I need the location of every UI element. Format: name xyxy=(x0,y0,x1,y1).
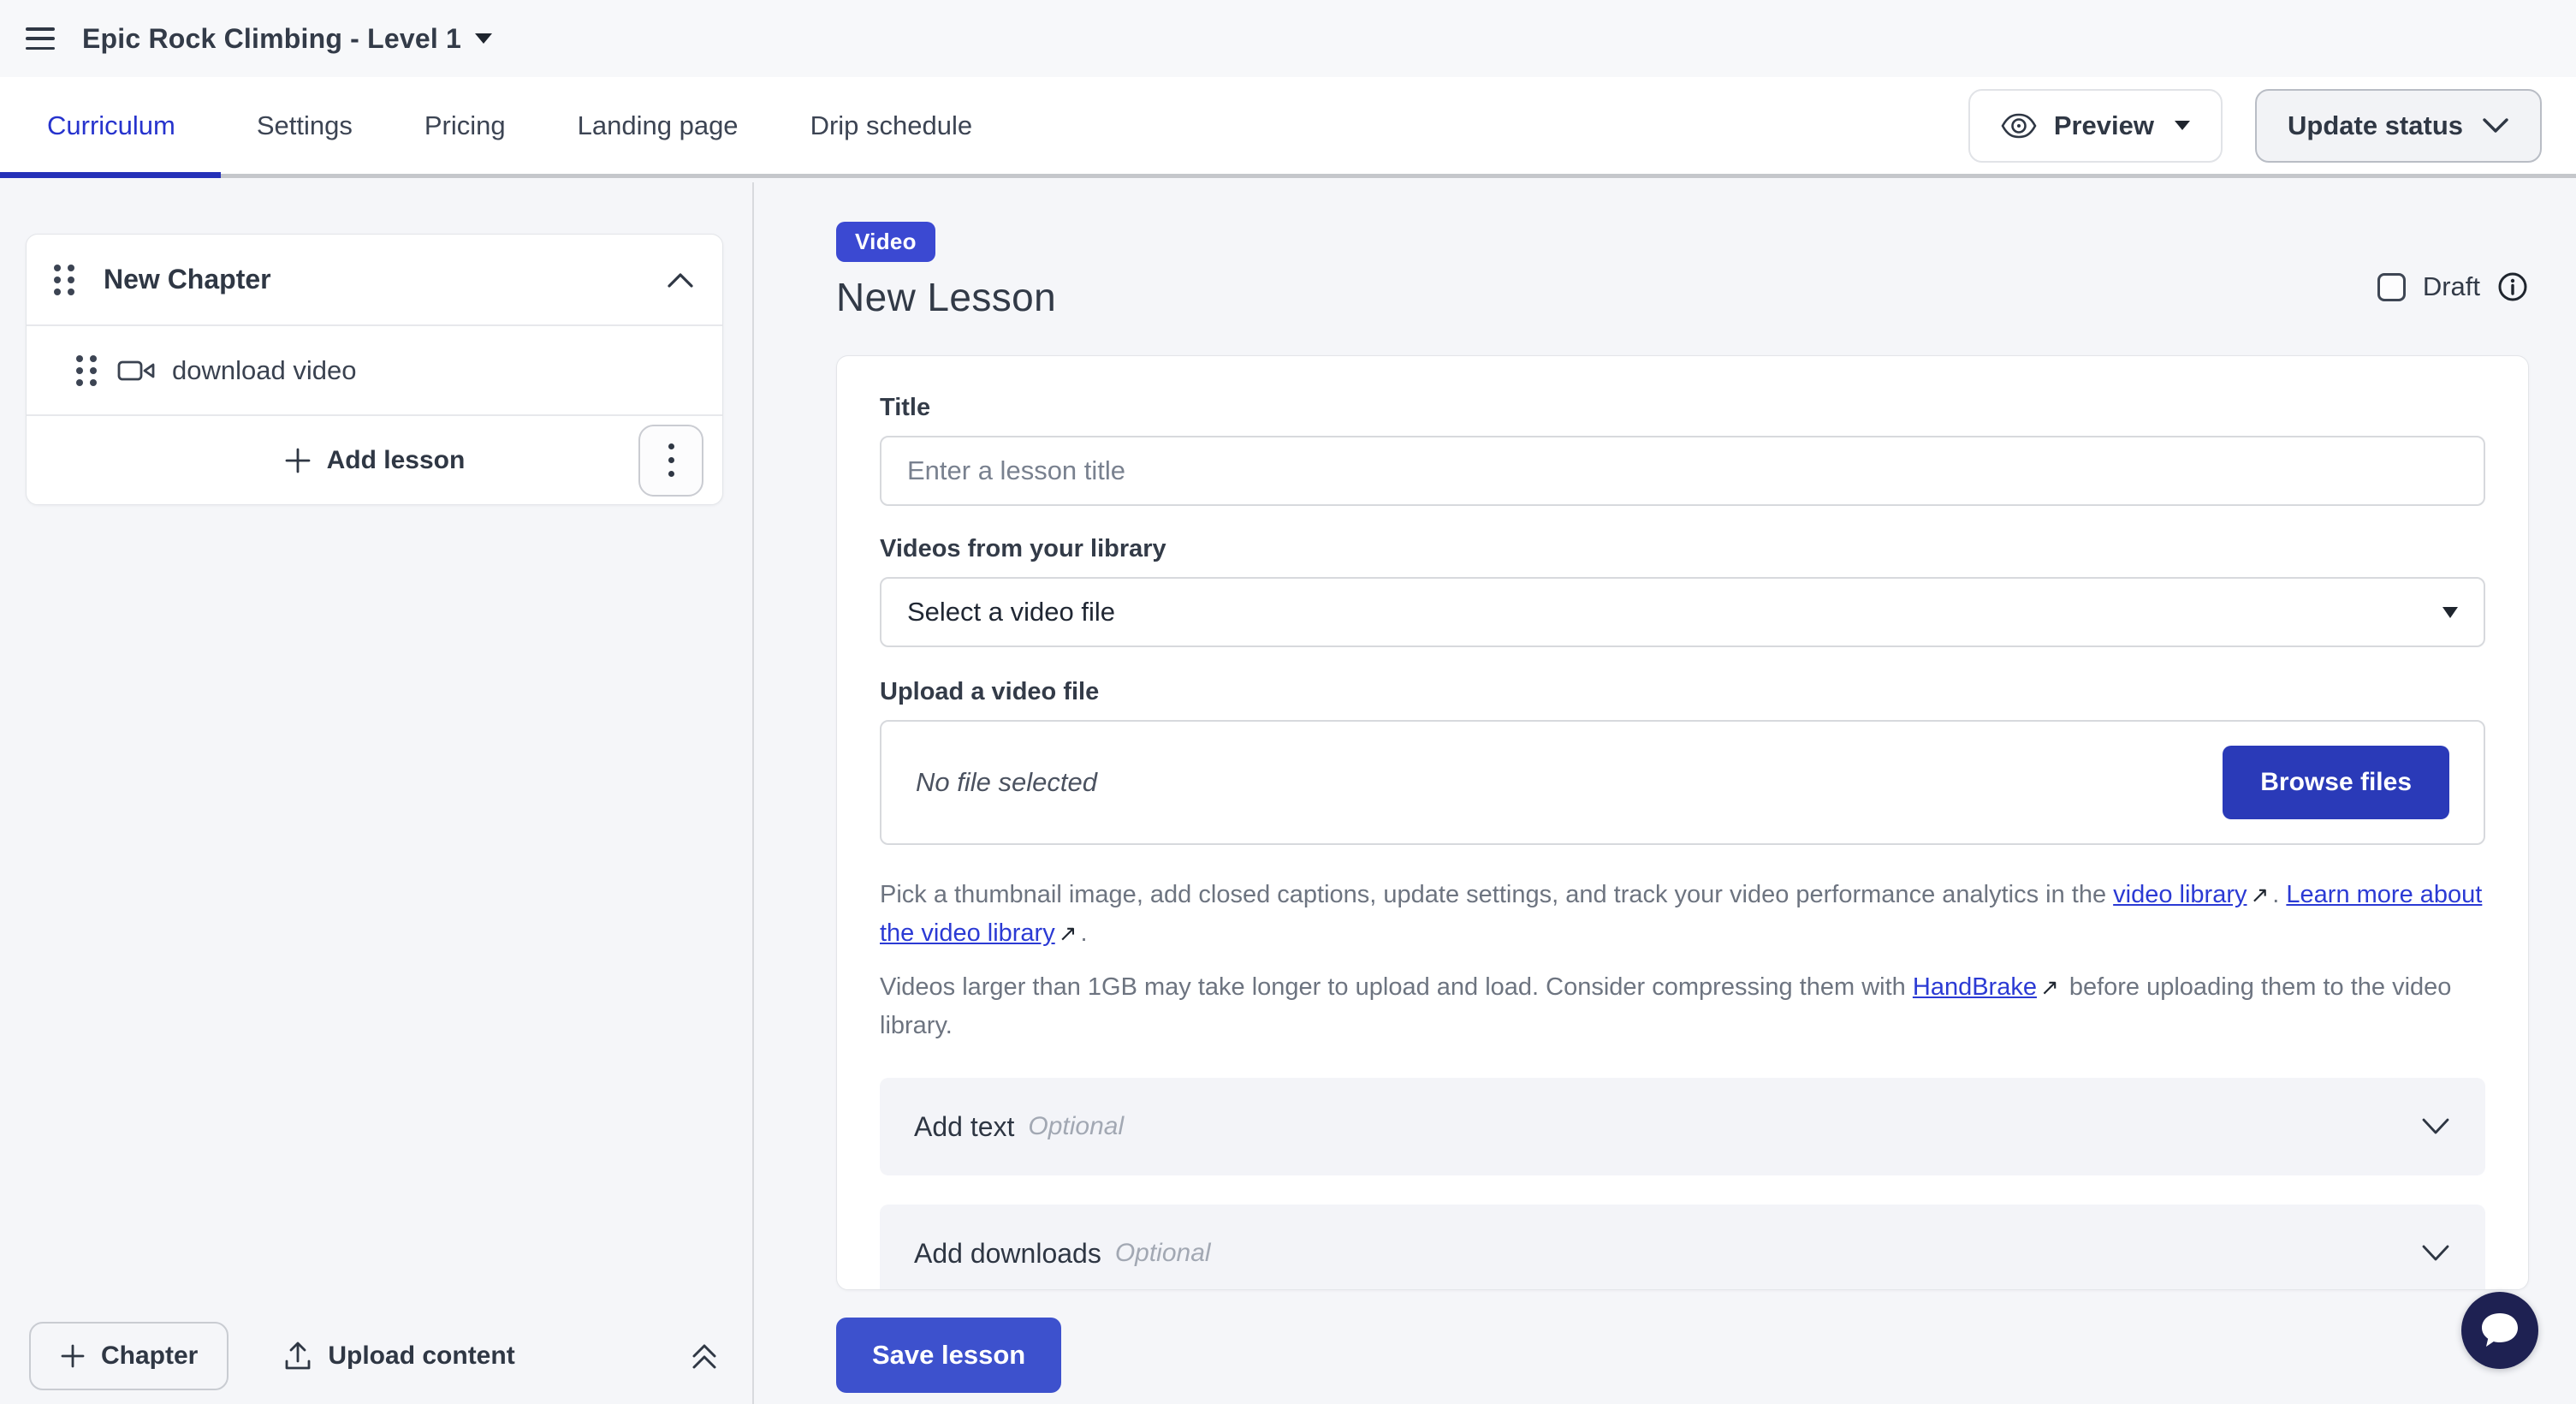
optional-label: Optional xyxy=(1115,1239,1211,1268)
chevron-down-icon xyxy=(475,33,492,44)
video-camera-icon xyxy=(117,358,155,384)
preview-label: Preview xyxy=(2054,110,2154,141)
add-chapter-label: Chapter xyxy=(101,1342,198,1371)
chapter-card: New Chapter download video Add lesson xyxy=(26,234,723,505)
file-dropzone[interactable]: No file selected Browse files xyxy=(880,720,2485,845)
tab-landing-page[interactable]: Landing page xyxy=(542,77,775,174)
plus-icon xyxy=(60,1343,86,1369)
curriculum-sidebar: New Chapter download video Add lesson xyxy=(0,182,754,1404)
eye-icon xyxy=(2001,113,2037,139)
no-file-text: No file selected xyxy=(916,767,1097,798)
tab-bar: Curriculum Settings Pricing Landing page… xyxy=(0,77,2576,178)
add-downloads-accordion[interactable]: Add downloads Optional xyxy=(880,1205,2485,1290)
lesson-item-title: download video xyxy=(172,355,356,386)
help-text: Pick a thumbnail image, add closed capti… xyxy=(880,881,2113,908)
upload-content-button[interactable]: Upload content xyxy=(283,1341,514,1371)
update-status-button[interactable]: Update status xyxy=(2255,89,2542,163)
video-library-link[interactable]: video library xyxy=(2113,881,2247,908)
chevrons-up-icon xyxy=(687,1339,721,1373)
lesson-header: Video New Lesson Draft xyxy=(836,222,2528,320)
help-text: . xyxy=(2272,881,2286,908)
optional-label: Optional xyxy=(1028,1112,1124,1141)
chat-widget-button[interactable] xyxy=(2461,1292,2538,1369)
external-link-icon: ↗ xyxy=(2040,968,2059,1007)
course-title[interactable]: Epic Rock Climbing - Level 1 xyxy=(82,23,461,55)
update-status-label: Update status xyxy=(2288,110,2463,141)
topbar: Epic Rock Climbing - Level 1 xyxy=(0,0,2576,77)
external-link-icon: ↗ xyxy=(2250,876,2269,914)
help-text: Videos larger than 1GB may take longer t… xyxy=(880,973,1913,1001)
drag-handle-icon[interactable] xyxy=(54,265,74,295)
add-text-accordion[interactable]: Add text Optional xyxy=(880,1078,2485,1175)
upload-content-label: Upload content xyxy=(328,1342,514,1371)
drag-handle-icon[interactable] xyxy=(76,355,97,386)
upload-field-label: Upload a video file xyxy=(880,678,2485,706)
chapter-header-row[interactable]: New Chapter xyxy=(27,235,722,324)
tab-drip-schedule[interactable]: Drip schedule xyxy=(775,77,1009,174)
library-field-label: Videos from your library xyxy=(880,535,2485,563)
tab-curriculum[interactable]: Curriculum xyxy=(0,77,221,174)
select-caret-icon xyxy=(2442,607,2458,618)
video-library-select[interactable]: Select a video file xyxy=(880,577,2485,647)
sidebar-footer: Chapter Upload content xyxy=(0,1308,751,1404)
preview-button[interactable]: Preview xyxy=(1968,89,2223,163)
title-field-label: Title xyxy=(880,394,2485,422)
draft-toggle: Draft xyxy=(2377,271,2528,302)
lesson-type-badge: Video xyxy=(836,222,935,262)
lesson-form-card: Title Videos from your library Select a … xyxy=(836,355,2529,1290)
upload-icon xyxy=(283,1341,312,1371)
tabs: Curriculum Settings Pricing Landing page… xyxy=(0,77,1008,174)
chevron-down-icon xyxy=(2482,117,2509,134)
draft-label: Draft xyxy=(2423,271,2480,302)
add-lesson-row: Add lesson xyxy=(27,414,722,504)
chevron-down-icon xyxy=(2420,1243,2451,1264)
tab-settings[interactable]: Settings xyxy=(221,77,389,174)
add-downloads-label: Add downloads xyxy=(914,1238,1101,1270)
external-link-icon: ↗ xyxy=(1059,914,1077,953)
chevron-up-icon[interactable] xyxy=(666,271,695,289)
add-lesson-button[interactable]: Add lesson xyxy=(327,446,466,475)
tab-pricing[interactable]: Pricing xyxy=(389,77,542,174)
collapse-all-button[interactable] xyxy=(687,1339,721,1373)
video-library-selected-value: Select a video file xyxy=(907,597,1115,628)
draft-checkbox[interactable] xyxy=(2377,273,2406,301)
page-title: New Lesson xyxy=(836,274,2528,320)
caret-down-icon xyxy=(2175,121,2190,130)
add-text-label: Add text xyxy=(914,1111,1014,1143)
lesson-title-input[interactable] xyxy=(880,436,2485,506)
info-icon[interactable] xyxy=(2497,271,2528,302)
chapter-menu-button[interactable] xyxy=(638,425,703,497)
chevron-down-icon xyxy=(2420,1116,2451,1137)
compression-help-text: Videos larger than 1GB may take longer t… xyxy=(880,968,2485,1045)
menu-icon[interactable] xyxy=(26,27,55,50)
lesson-row[interactable]: download video xyxy=(27,324,722,414)
save-lesson-button[interactable]: Save lesson xyxy=(836,1318,1061,1393)
add-chapter-button[interactable]: Chapter xyxy=(29,1322,229,1390)
plus-icon xyxy=(284,447,312,474)
browse-files-button[interactable]: Browse files xyxy=(2223,746,2449,819)
video-library-help-text: Pick a thumbnail image, add closed capti… xyxy=(880,876,2485,953)
help-text: . xyxy=(1081,919,1088,947)
chat-bubble-icon xyxy=(2480,1312,2520,1349)
lesson-editor: Video New Lesson Draft Title Videos from… xyxy=(756,182,2576,1404)
handbrake-link[interactable]: HandBrake xyxy=(1913,973,2037,1001)
chapter-title: New Chapter xyxy=(104,264,271,295)
